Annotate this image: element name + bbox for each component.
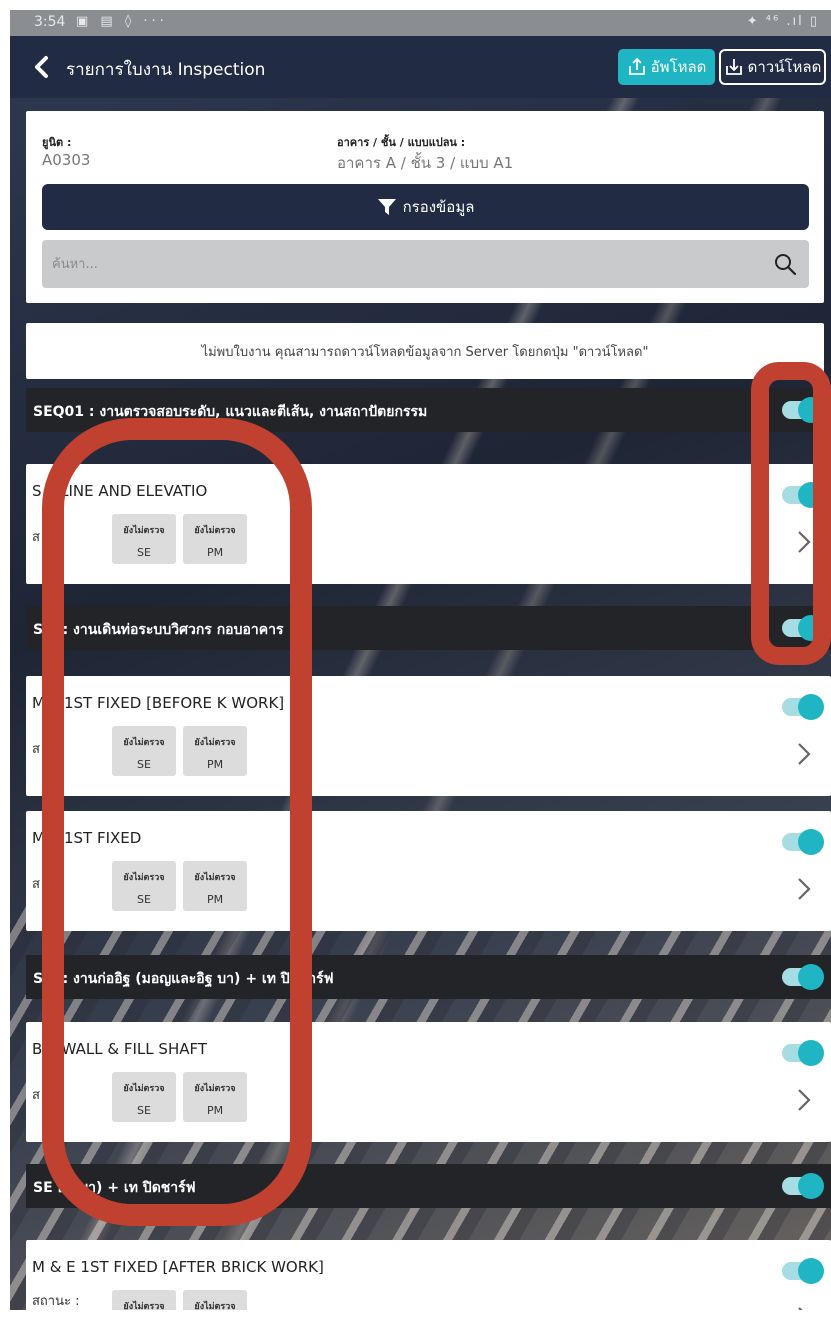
notification-icons: ▣ ▤ ◊ ··· xyxy=(76,14,168,29)
badge-status: ยังไม่ตรวจ xyxy=(123,873,165,883)
section-toggle[interactable] xyxy=(782,964,824,990)
app-header: รายการใบงาน Inspection อัพโหลด ดาวน์โหลด xyxy=(10,36,831,98)
item-toggle[interactable] xyxy=(782,694,824,720)
chevron-right-icon[interactable] xyxy=(797,742,811,766)
download-icon xyxy=(725,59,742,75)
app-screen: 3:54 ▣ ▤ ◊ ··· ✦ ⁴⁶ .ıl ▯ รายการใบงาน In… xyxy=(10,10,831,1310)
search-box xyxy=(42,240,809,288)
badge-role: SE xyxy=(137,758,151,771)
section-title: S 3 : งานก่ออิฐ (มอญและอิฐ บา) + เท ปิดช… xyxy=(33,971,334,987)
status-label: ส xyxy=(32,877,40,892)
unit-label: ยูนิต : xyxy=(42,136,72,149)
section-toggle[interactable] xyxy=(782,397,824,423)
badge-status: ยังไม่ตรวจ xyxy=(194,1302,236,1310)
badge-status: ยังไม่ตรวจ xyxy=(194,738,236,748)
list-item[interactable]: M E 1ST FIXED [BEFORE K WORK] ส ยังไม่ตร… xyxy=(26,676,831,796)
search-input[interactable] xyxy=(42,240,762,288)
item-toggle[interactable] xyxy=(782,1040,824,1066)
filter-icon xyxy=(377,199,396,215)
badge-status: ยังไม่ตรวจ xyxy=(123,526,165,536)
download-label: ดาวน์โหลด xyxy=(747,58,822,76)
status-badge-se: ยังไม่ตรวจ SE xyxy=(112,726,176,776)
badge-status: ยังไม่ตรวจ xyxy=(123,1302,165,1310)
status-label: ส xyxy=(32,530,40,545)
badge-status: ยังไม่ตรวจ xyxy=(194,1084,236,1094)
item-toggle[interactable] xyxy=(782,482,824,508)
badge-role: PM xyxy=(206,1104,224,1117)
item-title: B K WALL & FILL SHAFT xyxy=(32,1040,208,1058)
back-arrow-icon[interactable] xyxy=(30,52,54,82)
status-label: ส xyxy=(32,1088,40,1103)
unit-info-card: ยูนิต : A0303 อาคาร / ชั้น / แบบแปลน : อ… xyxy=(26,111,824,303)
building-label: อาคาร / ชั้น / แบบแปลน : xyxy=(337,136,466,149)
empty-notice: ไม่พบใบงาน คุณสามารถดาวน์โหลดข้อมูลจาก S… xyxy=(26,323,824,379)
badge-status: ยังไม่ตรวจ xyxy=(194,873,236,883)
item-title: M E 1ST FIXED xyxy=(32,829,142,847)
upload-button[interactable]: อัพโหลด xyxy=(618,49,715,85)
status-badge-se: ยังไม่ตรวจSE xyxy=(112,1290,176,1310)
status-badge-se: ยังไม่ตรวจ SE xyxy=(112,514,176,564)
chevron-right-icon[interactable] xyxy=(797,877,811,901)
section-header-seq02: S 2 : งานเดินท่อระบบวิศวกร กอบอาคาร xyxy=(26,606,831,650)
status-badge-se: ยังไม่ตรวจ SE xyxy=(112,861,176,911)
unit-value: A0303 xyxy=(42,151,91,169)
upload-icon xyxy=(628,57,645,75)
status-time: 3:54 xyxy=(34,14,66,30)
status-badge-pm: ยังไม่ตรวจPM xyxy=(183,1290,247,1310)
download-button[interactable]: ดาวน์โหลด xyxy=(719,49,826,85)
list-item[interactable]: M E 1ST FIXED ส ยังไม่ตรวจ SE ยังไม่ตรวจ P… xyxy=(26,811,831,931)
signal-battery-icons: ✦ ⁴⁶ .ıl ▯ xyxy=(746,14,819,29)
status-label: สถานะ : xyxy=(32,1294,80,1309)
badge-role: PM xyxy=(206,893,224,906)
section-title: SE อลเบา) + เท ปิดชาร์ฟ xyxy=(33,1180,196,1196)
badge-role: SE xyxy=(137,893,151,906)
status-badge-pm: ยังไม่ตรวจ PM xyxy=(183,726,247,776)
section-header-seq04: SE อลเบา) + เท ปิดชาร์ฟ xyxy=(26,1164,831,1208)
section-toggle[interactable] xyxy=(782,1173,824,1199)
section-title: S 2 : งานเดินท่อระบบวิศวกร กอบอาคาร xyxy=(33,622,284,638)
badge-status: ยังไม่ตรวจ xyxy=(194,526,236,536)
section-header-seq01: SEQ01 : งานตรวจสอบระดับ, แนวและตีเส้น, ง… xyxy=(26,388,831,432)
badge-role: PM xyxy=(206,758,224,771)
badge-status: ยังไม่ตรวจ xyxy=(123,1084,165,1094)
building-value: อาคาร A / ชั้น 3 / แบบ A1 xyxy=(337,154,514,172)
status-badge-pm: ยังไม่ตรวจ PM xyxy=(183,861,247,911)
filter-button[interactable]: กรองข้อมูล xyxy=(42,184,809,230)
section-title: SEQ01 : งานตรวจสอบระดับ, แนวและตีเส้น, ง… xyxy=(33,404,428,420)
badge-role: PM xyxy=(206,546,224,559)
filter-label: กรองข้อมูล xyxy=(402,198,475,216)
upload-label: อัพโหลด xyxy=(650,58,707,76)
list-item[interactable]: S P LINE AND ELEVATIO ส ยังไม่ตรวจ SE ยัง… xyxy=(26,464,831,584)
status-badge-se: ยังไม่ตรวจ SE xyxy=(112,1072,176,1122)
list-item[interactable]: B K WALL & FILL SHAFT ส ยังไม่ตรวจ SE ยัง… xyxy=(26,1022,831,1142)
item-title: M & E 1ST FIXED [AFTER BRICK WORK] xyxy=(32,1258,324,1276)
item-title: S P LINE AND ELEVATIO xyxy=(32,482,208,500)
status-bar: 3:54 ▣ ▤ ◊ ··· ✦ ⁴⁶ .ıl ▯ xyxy=(10,10,831,36)
section-header-seq03: S 3 : งานก่ออิฐ (มอญและอิฐ บา) + เท ปิดช… xyxy=(26,955,831,999)
badge-role: SE xyxy=(137,1104,151,1117)
section-toggle[interactable] xyxy=(782,615,824,641)
chevron-right-icon[interactable] xyxy=(797,1306,811,1310)
status-badge-pm: ยังไม่ตรวจ PM xyxy=(183,514,247,564)
list-item[interactable]: M & E 1ST FIXED [AFTER BRICK WORK] สถานะ… xyxy=(26,1240,831,1310)
badge-role: SE xyxy=(137,546,151,559)
chevron-right-icon[interactable] xyxy=(797,530,811,554)
item-toggle[interactable] xyxy=(782,829,824,855)
page-title: รายการใบงาน Inspection xyxy=(66,60,266,80)
item-toggle[interactable] xyxy=(782,1258,824,1284)
chevron-right-icon[interactable] xyxy=(797,1088,811,1112)
status-label: ส xyxy=(32,742,40,757)
search-icon[interactable] xyxy=(773,252,797,276)
item-title: M E 1ST FIXED [BEFORE K WORK] xyxy=(32,694,285,712)
badge-status: ยังไม่ตรวจ xyxy=(123,738,165,748)
status-badge-pm: ยังไม่ตรวจ PM xyxy=(183,1072,247,1122)
